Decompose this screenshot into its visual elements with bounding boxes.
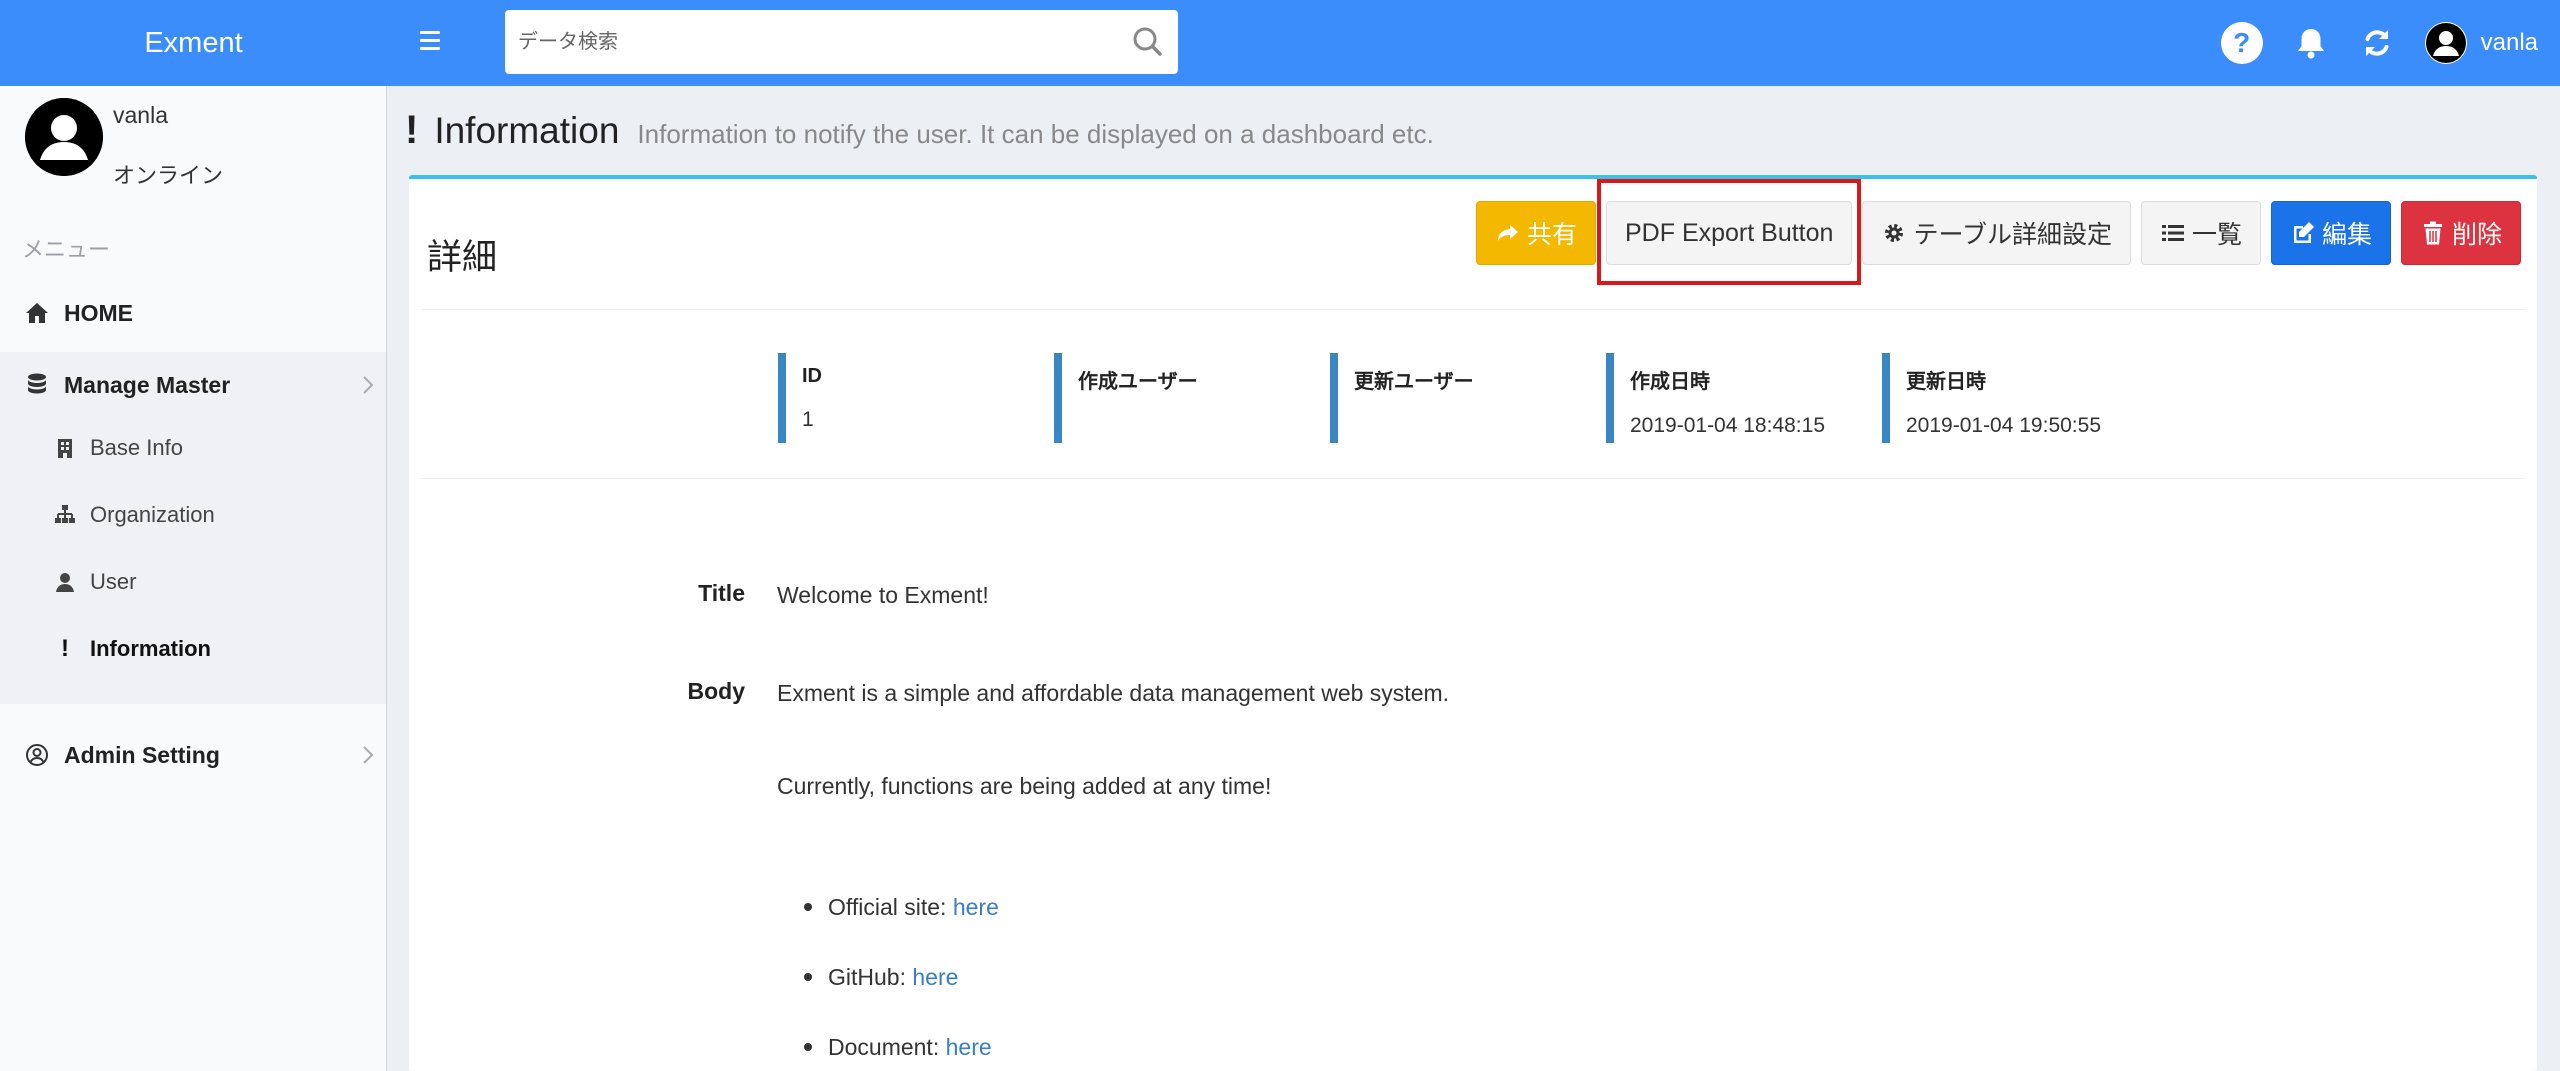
sidebar-item-label: HOME — [64, 299, 133, 326]
meta-value: 2019-01-04 18:48:15 — [1630, 414, 1825, 437]
app-logo[interactable]: Exment — [0, 0, 387, 86]
link-label: GitHub: — [828, 964, 913, 990]
pdf-export-button[interactable]: PDF Export Button — [1606, 201, 1853, 265]
search-icon[interactable] — [1128, 22, 1168, 62]
user-menu-name[interactable]: vanla — [2481, 29, 2538, 57]
user-circle-icon — [26, 744, 48, 766]
meta-label: 作成ユーザー — [1078, 371, 1198, 393]
submenu-manage-master: Manage Master Base Info Organization Use… — [0, 352, 386, 704]
link-label: Official site: — [828, 894, 953, 920]
action-buttons: 共有 PDF Export Button テーブル詳細設定 一覧 編集 削除 — [1475, 179, 2521, 285]
page-subtitle: Information to notify the user. It can b… — [637, 119, 1434, 149]
sidebar-username: vanla — [113, 102, 168, 128]
meta-created-at: 作成日時 2019-01-04 18:48:15 — [1606, 353, 1825, 443]
meta-id: ID 1 — [778, 353, 822, 443]
list-icon — [2161, 225, 2184, 241]
online-status: オンライン — [113, 163, 224, 188]
meta-created-user: 作成ユーザー — [1054, 353, 1198, 443]
bullet — [804, 1042, 812, 1051]
box-title: 詳細 — [427, 238, 498, 277]
sidebar-item-organization[interactable]: Organization — [0, 485, 386, 545]
list-item: Official site: here — [804, 894, 999, 921]
sidebar-item-label: Manage Master — [64, 371, 231, 398]
building-icon — [58, 439, 72, 458]
share-icon — [1497, 225, 1518, 241]
list-item: Document: here — [804, 1034, 992, 1061]
table-settings-label: テーブル詳細設定 — [1913, 221, 2112, 249]
sidebar-item-home[interactable]: HOME — [0, 280, 387, 346]
share-label: 共有 — [1526, 221, 1577, 249]
chevron-right-icon — [363, 376, 374, 394]
trash-icon — [2423, 221, 2442, 245]
meta-updated-at: 更新日時 2019-01-04 19:50:55 — [1882, 353, 2101, 443]
sidebar-item-user[interactable]: User — [0, 552, 386, 612]
home-icon — [26, 303, 48, 323]
menu-header: メニュー — [22, 237, 111, 262]
bullet — [804, 902, 812, 911]
sidebar-item-label: Organization — [90, 502, 215, 527]
sidebar-item-manage-master[interactable]: Manage Master — [0, 352, 387, 418]
bullet — [804, 972, 812, 981]
meta-label: 更新ユーザー — [1354, 371, 1474, 393]
delete-button[interactable]: 削除 — [2400, 201, 2521, 265]
share-button[interactable]: 共有 — [1475, 201, 1596, 265]
meta-label: 更新日時 — [1906, 371, 1986, 393]
navbar-right: ? vanla — [2220, 0, 2560, 86]
sidebar-item-label: Base Info — [90, 435, 183, 460]
body-text-line: Exment is a simple and affordable data m… — [777, 680, 1450, 706]
sidebar: vanla オンライン メニュー HOME Manage Master Base… — [0, 86, 387, 1071]
list-item: GitHub: here — [804, 964, 958, 991]
sidebar-item-information[interactable]: ! Information — [0, 619, 386, 679]
list-label: 一覧 — [2191, 221, 2242, 249]
pdf-export-label: PDF Export Button — [1625, 218, 1834, 247]
meta-label: ID — [802, 365, 822, 387]
edit-button[interactable]: 編集 — [2270, 201, 2391, 265]
pdf-export-wrapper: PDF Export Button — [1597, 179, 1862, 285]
meta-value: 1 — [802, 408, 814, 431]
bell-icon[interactable] — [2293, 25, 2329, 61]
refresh-icon[interactable] — [2359, 25, 2395, 61]
user-panel: vanla オンライン — [0, 86, 386, 206]
edit-label: 編集 — [2321, 221, 2372, 249]
user-avatar[interactable] — [2424, 22, 2467, 64]
field-label-title: Title — [698, 580, 745, 606]
search-bar — [505, 10, 1178, 74]
meta-updated-user: 更新ユーザー — [1330, 353, 1474, 443]
page-title: Information — [434, 110, 620, 151]
edit-icon — [2293, 222, 2314, 243]
database-icon — [28, 373, 46, 394]
meta-value: 2019-01-04 19:50:55 — [1906, 414, 2101, 437]
page-header: ! Information Information to notify the … — [405, 108, 1434, 158]
body-text-line: Currently, functions are being added at … — [777, 773, 1272, 799]
chevron-right-icon — [363, 746, 374, 764]
link-label: Document: — [828, 1034, 946, 1060]
exclamation-icon: ! — [405, 108, 419, 152]
gear-icon — [1885, 224, 1904, 242]
list-button[interactable]: 一覧 — [2140, 201, 2261, 265]
exclamation-icon: ! — [61, 635, 69, 662]
user-icon — [56, 573, 74, 592]
document-link[interactable]: here — [946, 1034, 992, 1060]
sidebar-item-label: Information — [90, 636, 211, 661]
top-navbar: Exment ? vanla — [0, 0, 2560, 86]
divider — [421, 478, 2525, 479]
detail-box: 詳細 共有 PDF Export Button テーブル詳細設定 一覧 編集 削… — [409, 175, 2537, 1071]
field-label-body: Body — [687, 678, 746, 704]
field-value-title: Welcome to Exment! — [777, 582, 989, 608]
avatar — [25, 98, 103, 176]
sidebar-item-label: User — [90, 569, 137, 594]
help-icon[interactable]: ? — [2220, 22, 2263, 64]
sidebar-toggle-icon[interactable] — [415, 26, 445, 58]
delete-label: 削除 — [2451, 221, 2502, 249]
meta-label: 作成日時 — [1630, 371, 1710, 393]
sitemap-icon — [55, 505, 75, 523]
sidebar-item-label: Admin Setting — [64, 741, 220, 768]
github-link[interactable]: here — [912, 964, 958, 990]
search-input[interactable] — [505, 10, 1128, 74]
divider — [421, 309, 2525, 310]
sidebar-item-base-info[interactable]: Base Info — [0, 418, 386, 478]
sidebar-item-admin-setting[interactable]: Admin Setting — [0, 722, 387, 788]
official-site-link[interactable]: here — [953, 894, 999, 920]
table-settings-button[interactable]: テーブル詳細設定 — [1862, 201, 2131, 265]
